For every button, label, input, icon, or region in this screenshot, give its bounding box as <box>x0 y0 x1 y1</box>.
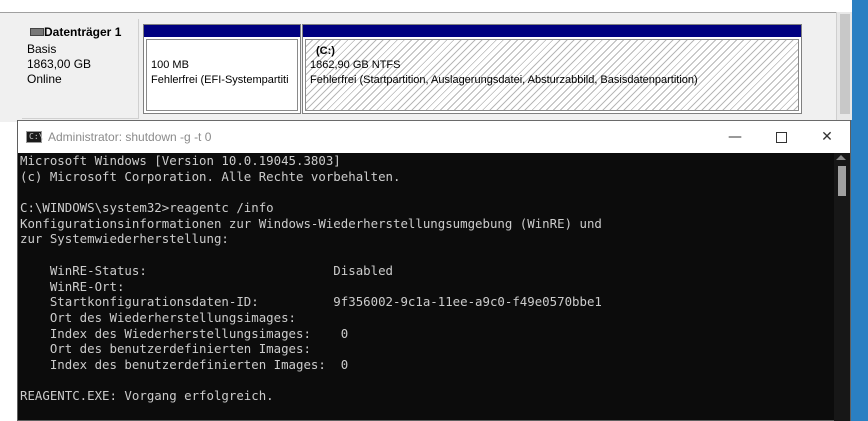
partition-status: Fehlerfrei (Startpartition, Auslagerungs… <box>310 74 698 86</box>
desktop-background-right <box>851 120 868 421</box>
partition-efi[interactable]: 100 MB Fehlerfrei (EFI-Systempartiti <box>143 24 301 114</box>
console-line: REAGENTC.EXE: Vorgang erfolgreich. <box>20 388 274 404</box>
console-line: zur Systemwiederherstellung: <box>20 231 229 247</box>
desktop-background <box>852 0 868 122</box>
maximize-icon <box>775 131 787 143</box>
console-line: (c) Microsoft Corporation. Alle Rechte v… <box>20 168 401 184</box>
partition-name: (C:) <box>316 45 335 57</box>
console-icon: C:\ <box>26 131 44 143</box>
partition-header-bar <box>303 25 801 37</box>
disk-list-scrollbar-thumb[interactable] <box>840 14 850 114</box>
disk-type: Basis <box>27 42 57 56</box>
console-line: Index des Wiederherstellungsimages: 0 <box>20 325 349 341</box>
window-title: Administrator: shutdown -g -t 0 <box>48 130 212 144</box>
console-line: Index des benutzerdefinierten Images: 0 <box>20 356 349 372</box>
partition-body: (C:) 1862,90 GB NTFS Fehlerfrei (Startpa… <box>305 39 799 111</box>
partition-c[interactable]: (C:) 1862,90 GB NTFS Fehlerfrei (Startpa… <box>302 24 802 114</box>
disk-status: Online <box>27 72 62 86</box>
disk-name: Datenträger 1 <box>44 25 122 39</box>
console-output[interactable]: Microsoft Windows [Version 10.0.19045.38… <box>20 153 832 421</box>
disk-list-top-border <box>0 0 868 13</box>
partition-status: Fehlerfrei (EFI-Systempartiti <box>151 74 289 86</box>
console-line: Ort des benutzerdefinierten Images: <box>20 341 311 357</box>
console-line: Startkonfigurationsdaten-ID: 9f356002-9c… <box>20 294 602 310</box>
maximize-button[interactable] <box>758 121 804 153</box>
disk-icon <box>30 28 44 36</box>
minimize-button[interactable]: — <box>712 121 758 153</box>
console-line: WinRE-Ort: <box>20 278 125 294</box>
close-button[interactable]: ✕ <box>804 121 850 153</box>
partition-size: 100 MB <box>151 59 189 71</box>
disk-info-label[interactable]: Datenträger 1 Basis 1863,00 GB Online <box>22 19 139 119</box>
console-scrollbar-thumb[interactable] <box>838 166 846 196</box>
window-titlebar[interactable]: C:\ Administrator: shutdown -g -t 0 — ✕ <box>18 120 850 153</box>
partition-size: 1862,90 GB NTFS <box>310 59 401 71</box>
scroll-up-arrow-icon[interactable] <box>836 155 846 160</box>
partition-header-bar <box>144 25 300 37</box>
console-line: Ort des Wiederherstellungsimages: <box>20 309 297 325</box>
console-line: Microsoft Windows [Version 10.0.19045.38… <box>20 153 341 168</box>
disk-size: 1863,00 GB <box>27 57 92 71</box>
console-line: Konfigurationsinformationen zur Windows-… <box>20 215 602 231</box>
partition-body: 100 MB Fehlerfrei (EFI-Systempartiti <box>146 39 298 111</box>
console-icon-glyph: C:\ <box>29 132 44 141</box>
command-prompt-window[interactable]: C:\ Administrator: shutdown -g -t 0 — ✕ … <box>17 120 851 421</box>
console-line: C:\WINDOWS\system32>reagentc /info <box>20 200 274 216</box>
disk-management-panel: Datenträger 1 Basis 1863,00 GB Online 10… <box>0 0 868 122</box>
console-line: WinRE-Status: Disabled <box>20 262 393 278</box>
